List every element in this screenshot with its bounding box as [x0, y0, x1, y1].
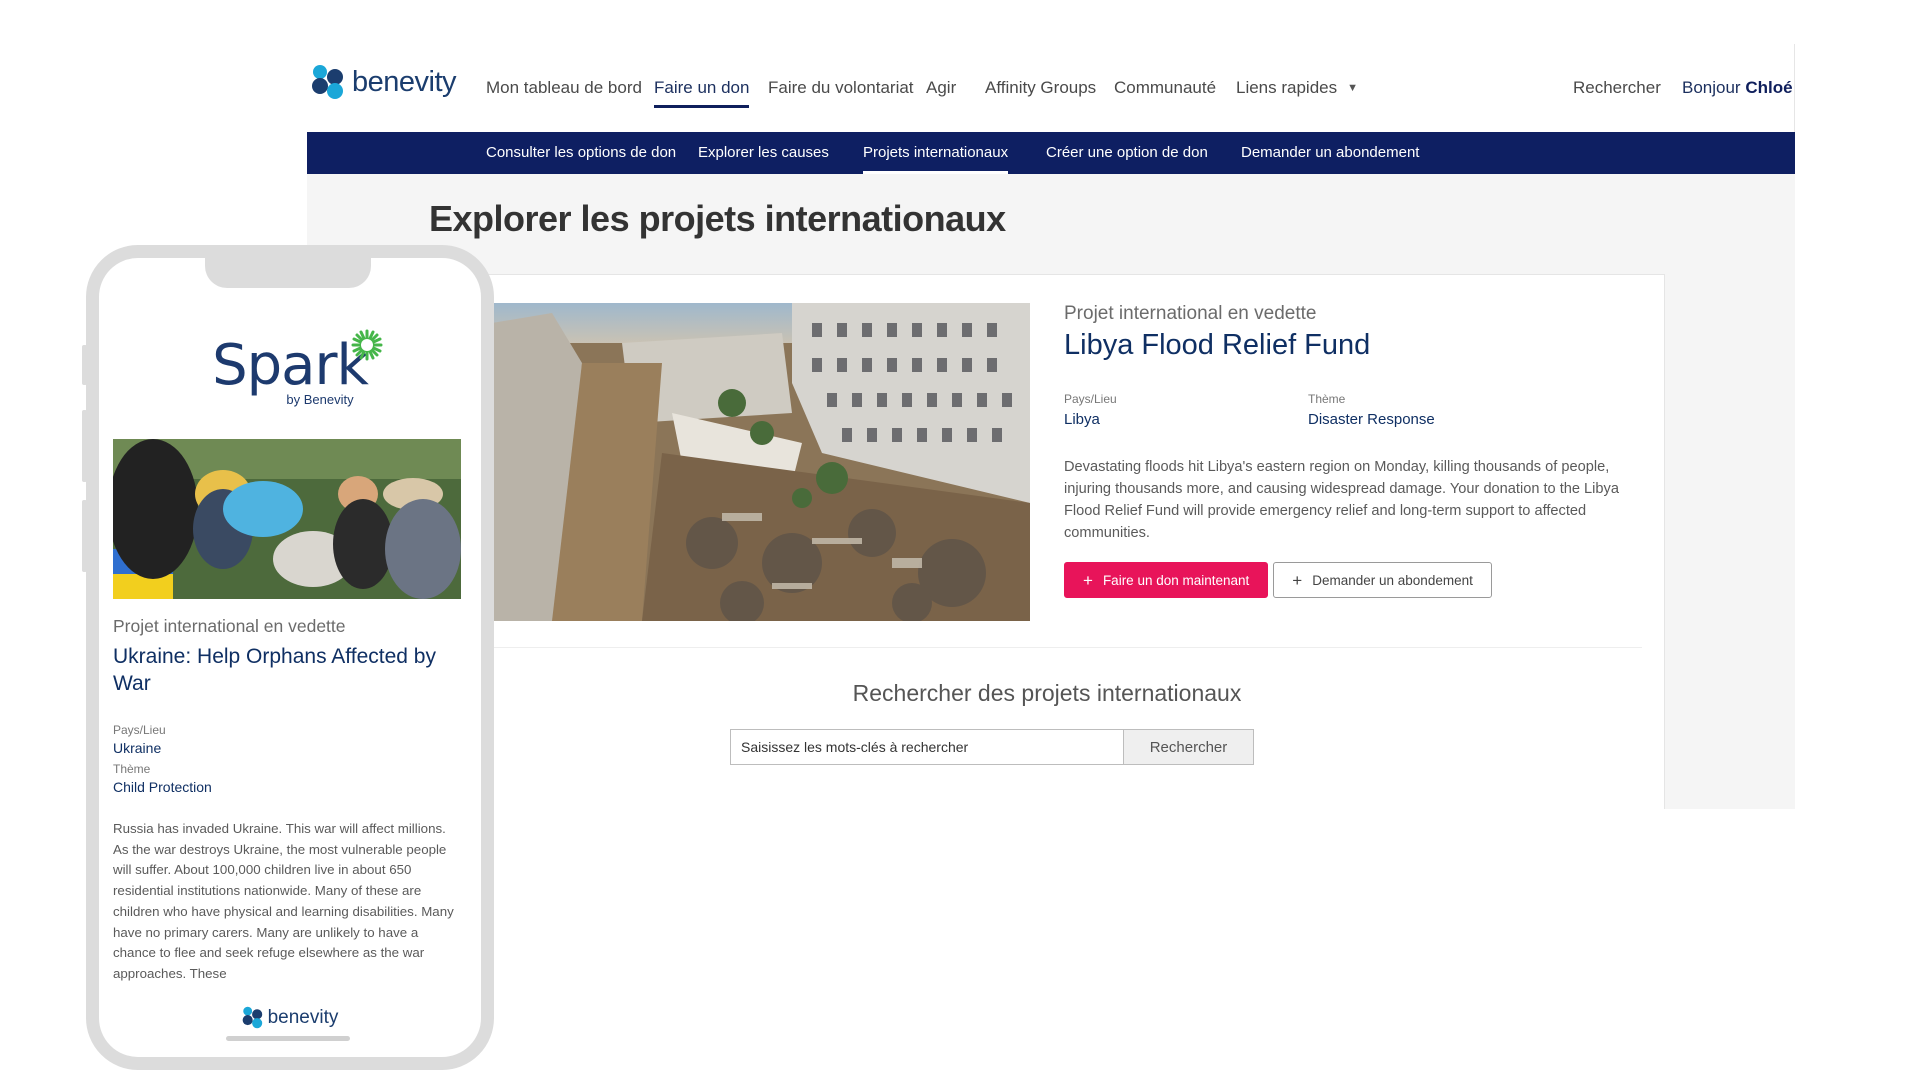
mobile-country-value: Ukraine	[113, 740, 162, 756]
mobile-meta: Pays/Lieu Ukraine Thème Child Protection	[113, 723, 463, 795]
country-meta: Pays/Lieu Libya	[1064, 392, 1308, 428]
benevity-logo-icon	[242, 1006, 262, 1029]
theme-value: Disaster Response	[1308, 411, 1435, 428]
sub-navigation: Consulter les options de don Explorer le…	[307, 132, 1795, 174]
spark-wordmark: Spark	[212, 333, 369, 398]
featured-eyebrow: Projet international en vedette	[1064, 303, 1317, 324]
request-match-label: Demander un abondement	[1312, 572, 1473, 588]
search-button[interactable]: Rechercher	[1123, 729, 1254, 765]
caret-down-icon: ▼	[1347, 82, 1359, 94]
nav-volunteer[interactable]: Faire du volontariat	[768, 78, 914, 98]
featured-project-name[interactable]: Libya Flood Relief Fund	[1064, 329, 1644, 362]
donate-now-button[interactable]: + Faire un don maintenant	[1064, 562, 1269, 598]
user-name: Chloé	[1745, 78, 1793, 97]
mobile-footer-wordmark: benevity	[267, 1006, 339, 1028]
subnav-international-projects[interactable]: Projets internationaux	[863, 144, 1009, 174]
mobile-theme-label: Thème	[113, 762, 151, 776]
featured-meta: Pays/Lieu Libya Thème Disaster Response	[1064, 392, 1644, 428]
plus-icon: +	[1083, 570, 1093, 590]
nav-search[interactable]: Rechercher	[1573, 78, 1661, 98]
user-greeting[interactable]: Bonjour Chloé	[1682, 78, 1793, 98]
main-content: Explorer les projets internationaux Proj…	[307, 174, 1795, 809]
featured-project-info: Projet international en vedette Libya Fl…	[1064, 303, 1644, 598]
nav-my-dashboard[interactable]: Mon tableau de bord	[486, 78, 642, 98]
donate-now-label: Faire un don maintenant	[1102, 572, 1250, 588]
top-navigation: benevity Mon tableau de bord Faire un do…	[307, 44, 1794, 132]
plus-icon: +	[1292, 570, 1303, 590]
subnav-browse-giving-options[interactable]: Consulter les options de don	[486, 144, 676, 161]
page-title: Explorer les projets internationaux	[429, 198, 1006, 239]
nav-community[interactable]: Communauté	[1114, 78, 1216, 98]
benevity-logo[interactable]: benevity	[311, 64, 457, 100]
nav-affinity-groups[interactable]: Affinity Groups	[985, 78, 1096, 98]
spark-logo: Spark by Benevity	[99, 329, 481, 407]
benevity-logo-icon	[312, 65, 343, 99]
desktop-browser-view: benevity Mon tableau de bord Faire un do…	[307, 44, 1795, 809]
phone-home-indicator	[226, 1036, 350, 1041]
mobile-country-label: Pays/Lieu	[113, 723, 166, 737]
country-value: Libya	[1064, 411, 1100, 428]
country-label: Pays/Lieu	[1064, 392, 1117, 406]
search-form: Rechercher	[730, 729, 1254, 765]
section-divider	[492, 647, 1642, 648]
marketing-composite: benevity Mon tableau de bord Faire un do…	[0, 0, 1920, 1080]
request-match-button[interactable]: + Demander un abondement	[1273, 562, 1492, 598]
search-input[interactable]	[730, 729, 1123, 765]
mobile-phone-view: Spark by Benevity Projet international e…	[86, 245, 494, 1070]
mobile-project-image	[113, 439, 461, 599]
featured-description: Devastating floods hit Libya's eastern r…	[1064, 459, 1619, 541]
featured-actions: + Faire un don maintenant + Demander un …	[1064, 562, 1644, 598]
mobile-theme-value: Child Protection	[113, 779, 212, 795]
mobile-eyebrow: Projet international en vedette	[113, 616, 346, 636]
mobile-description: Russia has invaded Ukraine. This war wil…	[113, 821, 454, 981]
benevity-wordmark: benevity	[352, 65, 457, 98]
mobile-project-body: Projet international en vedette Ukraine:…	[113, 616, 463, 984]
mobile-project-name[interactable]: Ukraine: Help Orphans Affected by War	[113, 643, 463, 697]
subnav-explore-causes[interactable]: Explorer les causes	[698, 144, 829, 161]
featured-project-image	[492, 303, 1030, 621]
theme-label: Thème	[1308, 392, 1346, 406]
spark-star-icon	[351, 329, 383, 361]
mobile-footer-logo: benevity	[99, 1006, 481, 1029]
search-section-title: Rechercher des projets internationaux	[852, 680, 1242, 706]
nav-give[interactable]: Faire un don	[654, 78, 750, 108]
nav-quick-links[interactable]: Liens rapides ▼	[1236, 78, 1358, 98]
nav-act[interactable]: Agir	[926, 78, 956, 98]
greeting-text: Bonjour	[1682, 78, 1741, 97]
subnav-create-giving-option[interactable]: Créer une option de don	[1046, 144, 1208, 161]
nav-quick-links-label: Liens rapides	[1236, 78, 1338, 97]
theme-meta: Thème Disaster Response	[1308, 392, 1552, 428]
phone-notch	[205, 258, 371, 288]
subnav-request-match[interactable]: Demander un abondement	[1241, 144, 1419, 161]
featured-project-card: Projet international en vedette Libya Fl…	[429, 274, 1665, 809]
